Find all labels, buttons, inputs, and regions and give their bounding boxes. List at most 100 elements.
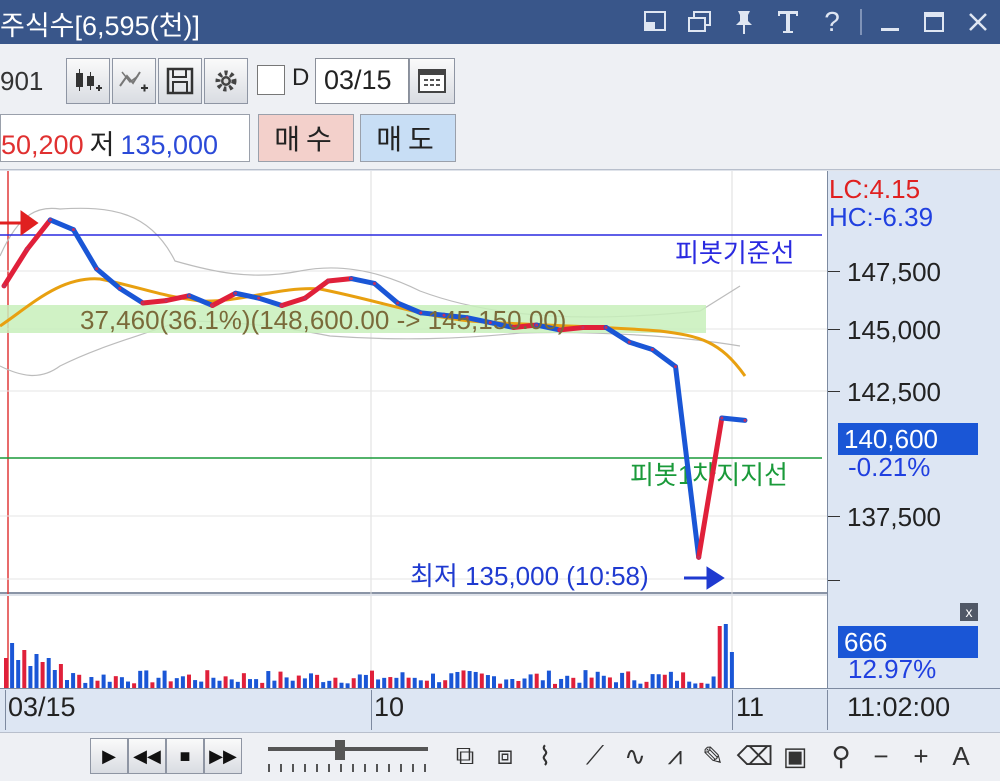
compare-chart-icon[interactable]: ⌇ [530,738,560,774]
speed-slider[interactable] [268,747,428,751]
volume-pane-close-icon[interactable]: x [960,603,978,621]
trendline-tool-icon[interactable]: ⟋ [580,738,610,774]
volume-bar [546,670,551,688]
price-chart[interactable]: 피봇기준선 피봇1차지지선 최저 135,000 (10:58) 37,460(… [0,171,827,594]
settings-button[interactable] [204,58,248,104]
y-tick [828,391,840,392]
chart-split-icon[interactable]: ⧉ [450,738,480,774]
save-icon [166,67,194,95]
y-tick [828,516,840,517]
price-point [48,218,52,222]
price-point [326,279,330,283]
volume-bar [229,679,234,688]
volume-bar [668,671,673,688]
volume-bar [101,674,106,688]
price-point [627,340,631,344]
pin-icon[interactable] [722,0,766,44]
stop-icon: ■ [179,745,191,766]
maximize-icon[interactable] [912,0,956,44]
erase-tool-icon[interactable]: ⌫ [737,738,774,774]
rewind-icon: ◀◀ [133,745,161,766]
price-series [1,217,748,560]
lc-value: LC:4.15 [829,174,921,204]
save-button[interactable] [158,58,202,104]
volume-bar [394,677,399,688]
speed-slider-thumb[interactable] [335,740,345,760]
volume-bar [540,680,545,688]
volume-bar [266,671,271,688]
volume-bar [46,658,51,688]
title-bar: 주식수[6,595(천)] ? [0,0,1000,44]
cascade-window-icon[interactable] [678,0,722,44]
volume-bar [370,670,374,688]
high-low-range: 50,200 저 135,000 [0,114,250,162]
volume-bar [589,677,594,688]
y-tick-label: 137,500 [847,502,941,532]
price-segment [117,285,146,306]
volume-bar [302,678,307,688]
buy-button[interactable]: 매수 [258,114,354,162]
play-button[interactable]: ▶ [90,738,128,774]
date-field[interactable]: 03/15 [315,58,409,104]
price-segment [325,276,354,284]
price-point [650,347,654,351]
price-point [95,267,99,271]
help-icon[interactable]: ? [810,0,854,44]
stop-button[interactable]: ■ [166,738,204,774]
pivot-base-label: 피봇기준선 [675,238,795,268]
price-point [604,325,608,329]
volume-bar [455,671,460,688]
volume-bar [424,680,429,688]
x-tick [5,690,6,730]
volume-bar [144,670,149,688]
wave-tool-icon[interactable]: ∿ [620,738,650,774]
volume-bar [675,680,679,688]
volume-bar [351,678,356,688]
search-icon[interactable]: ⚲ [826,738,856,774]
volume-bar [89,677,94,688]
volume-bar [168,681,173,688]
volume-bar [290,680,295,688]
volume-bar [443,680,448,688]
price-point [257,296,261,300]
volume-chart-pane[interactable] [0,596,827,688]
x-tick-label: 03/15 [8,692,76,722]
volume-bar [205,670,210,688]
y-tick [828,580,840,581]
volume-bar [315,674,320,688]
overlay-chart-icon[interactable]: ⧈ [490,738,520,774]
volume-percent: 12.97% [848,654,937,684]
indicator-add-button[interactable] [112,58,156,104]
calendar-button[interactable] [409,58,455,104]
volume-bar [504,679,509,688]
sell-button[interactable]: 매도 [360,114,456,162]
volume-bar [284,677,289,688]
minimize-icon[interactable] [868,0,912,44]
restore-layout-icon[interactable] [634,0,678,44]
price-chart-pane[interactable]: 피봇기준선 피봇1차지지선 최저 135,000 (10:58) 37,460(… [0,171,827,594]
rewind-button[interactable]: ◀◀ [128,738,166,774]
chart-export-icon[interactable]: ▣ [780,738,810,774]
d-checkbox[interactable] [257,65,285,95]
zoom-in-icon[interactable]: + [906,738,936,774]
price-point [581,325,585,329]
fast-forward-button[interactable]: ▶▶ [204,738,242,774]
zigzag-tool-icon[interactable]: ⩘ [660,738,690,774]
volume-chart[interactable] [0,596,827,688]
volume-bar [607,677,612,688]
close-icon[interactable] [956,0,1000,44]
volume-bar [412,677,417,688]
volume-bar [473,671,478,688]
volume-bar [656,674,661,688]
volume-bar [16,660,21,688]
volume-bar [211,677,216,688]
candle-type-button[interactable] [66,58,110,104]
volume-bar [193,680,198,688]
zoom-out-icon[interactable]: − [866,738,896,774]
price-point [2,284,6,288]
text-icon[interactable] [766,0,810,44]
low-marker-arrow [684,566,725,590]
font-size-icon[interactable]: A [946,738,976,774]
pencil-tool-icon[interactable]: ✎ [698,738,728,774]
volume-bar [583,670,588,688]
